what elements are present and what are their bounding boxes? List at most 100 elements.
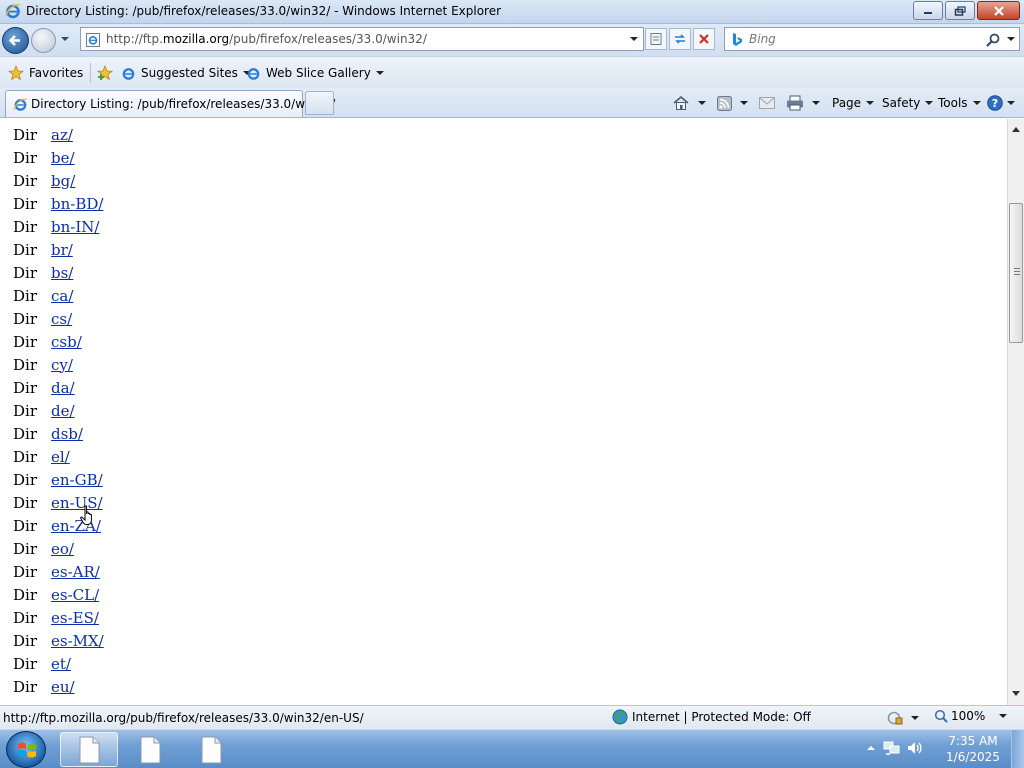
scroll-up-icon — [1012, 127, 1020, 132]
refresh-icon — [675, 34, 685, 44]
system-tray — [866, 740, 930, 756]
window-title: Directory Listing: /pub/firefox/releases… — [26, 4, 502, 18]
directory-link[interactable]: bn-BD/ — [51, 195, 103, 213]
directory-link[interactable]: ca/ — [51, 287, 73, 305]
directory-link[interactable]: bg/ — [51, 172, 75, 190]
entry-type: Dir — [13, 355, 37, 374]
list-item: Dir da/ — [13, 376, 104, 399]
clock[interactable]: 7:35 AM 1/6/2025 — [944, 733, 1002, 765]
directory-link[interactable]: csb/ — [51, 333, 82, 351]
directory-listing: Dir az/Dir be/Dir bg/Dir bn-BD/Dir bn-IN/Dir b… — [13, 123, 104, 698]
directory-link[interactable]: es-ES/ — [51, 609, 99, 627]
security-zone[interactable]: Internet | Protected Mode: Off — [612, 709, 811, 725]
directory-link[interactable]: br/ — [51, 241, 73, 259]
safety-menu-label: Safety — [882, 96, 921, 110]
favorites-button[interactable]: Favorites — [8, 63, 83, 83]
add-to-favorites-bar-button[interactable] — [96, 63, 119, 83]
web-slice-gallery-label: Web Slice Gallery — [266, 66, 371, 80]
chevron-down-icon — [866, 101, 875, 105]
list-item: Dir de/ — [13, 399, 104, 422]
status-hover-url: http://ftp.mozilla.org/pub/firefox/relea… — [3, 711, 364, 725]
start-button[interactable] — [6, 731, 46, 768]
show-desktop-button[interactable] — [1011, 730, 1024, 768]
popup-status-button[interactable] — [886, 709, 919, 727]
help-button[interactable]: ? — [987, 93, 1015, 113]
safety-menu[interactable]: Safety — [882, 93, 934, 113]
mail-icon — [759, 97, 775, 109]
directory-link[interactable]: bs/ — [51, 264, 73, 282]
restore-button[interactable] — [945, 1, 975, 20]
directory-link[interactable]: es-AR/ — [51, 563, 100, 581]
directory-link[interactable]: es-CL/ — [51, 586, 99, 604]
back-button[interactable] — [2, 27, 29, 54]
forward-button[interactable] — [31, 28, 56, 53]
directory-link[interactable]: da/ — [51, 379, 75, 397]
network-icon[interactable] — [882, 740, 900, 756]
directory-link[interactable]: cs/ — [51, 310, 72, 328]
print-icon — [787, 95, 803, 111]
address-url[interactable]: http://ftp.mozilla.org/pub/firefox/relea… — [106, 32, 427, 46]
taskbar-app-1[interactable] — [60, 732, 118, 767]
entry-type: Dir — [13, 631, 37, 650]
entry-type: Dir — [13, 286, 37, 305]
list-item: Dir cs/ — [13, 307, 104, 330]
zoom-control[interactable]: 100% — [934, 709, 1008, 723]
search-input[interactable]: Bing — [749, 32, 776, 46]
taskbar: 7:35 AM 1/6/2025 — [0, 729, 1024, 768]
page-menu[interactable]: Page — [832, 93, 875, 113]
history-dropdown-icon[interactable] — [58, 32, 72, 46]
directory-link[interactable]: be/ — [51, 149, 75, 167]
list-item: Dir bn-BD/ — [13, 192, 104, 215]
refresh-button[interactable] — [669, 28, 691, 50]
directory-link[interactable]: es-MX/ — [51, 632, 104, 650]
directory-link[interactable]: eo/ — [51, 540, 74, 558]
address-dropdown-icon[interactable] — [628, 33, 640, 45]
home-button[interactable] — [672, 93, 706, 113]
search-box[interactable]: Bing — [724, 27, 1020, 51]
entry-type: Dir — [13, 493, 37, 512]
minimize-button[interactable] — [913, 1, 943, 20]
add-favorite-icon — [96, 65, 114, 81]
list-item: Dir csb/ — [13, 330, 104, 353]
scroll-down-button[interactable] — [1008, 686, 1024, 702]
close-button[interactable] — [977, 1, 1020, 20]
directory-link[interactable]: bn-IN/ — [51, 218, 99, 236]
directory-link[interactable]: eu/ — [51, 678, 75, 696]
volume-icon[interactable] — [906, 740, 924, 756]
list-item: Dir es-MX/ — [13, 629, 104, 652]
directory-link[interactable]: az/ — [51, 126, 73, 144]
show-hidden-icons-icon[interactable] — [866, 743, 876, 753]
compatibility-view-button[interactable] — [645, 28, 667, 50]
address-bar[interactable]: http://ftp.mozilla.org/pub/firefox/relea… — [80, 27, 644, 51]
chevron-down-icon — [911, 716, 919, 720]
directory-link[interactable]: en-GB/ — [51, 471, 103, 489]
scrollbar-thumb[interactable] — [1009, 203, 1023, 343]
search-dropdown-icon[interactable] — [1006, 34, 1016, 44]
feeds-button[interactable] — [717, 93, 748, 113]
directory-link[interactable]: el/ — [51, 448, 70, 466]
list-item: Dir en-GB/ — [13, 468, 104, 491]
vertical-scrollbar[interactable] — [1007, 119, 1024, 705]
tab-active[interactable]: Directory Listing: /pub/firefox/releases… — [5, 90, 335, 117]
taskbar-app-3[interactable] — [182, 732, 240, 767]
taskbar-app-2[interactable] — [121, 732, 179, 767]
entry-type: Dir — [13, 677, 37, 696]
entry-type: Dir — [13, 562, 37, 581]
directory-link[interactable]: cy/ — [51, 356, 73, 374]
tools-menu[interactable]: Tools — [938, 93, 981, 113]
read-mail-button[interactable] — [759, 93, 775, 113]
scroll-up-button[interactable] — [1008, 121, 1024, 137]
print-button[interactable] — [786, 93, 820, 113]
list-item: Dir ca/ — [13, 284, 104, 307]
stop-button[interactable] — [693, 28, 715, 50]
directory-link[interactable]: et/ — [51, 655, 71, 673]
navigation-bar: http://ftp.mozilla.org/pub/firefox/relea… — [0, 24, 1024, 56]
suggested-sites-label: Suggested Sites — [141, 66, 238, 80]
web-slice-gallery-button[interactable]: Web Slice Gallery — [246, 63, 384, 83]
close-icon — [993, 5, 1004, 16]
search-icon[interactable] — [985, 32, 1001, 48]
directory-link[interactable]: de/ — [51, 402, 75, 420]
directory-link[interactable]: dsb/ — [51, 425, 83, 443]
suggested-sites-button[interactable]: Suggested Sites — [121, 63, 251, 83]
new-tab-button[interactable] — [305, 91, 334, 115]
